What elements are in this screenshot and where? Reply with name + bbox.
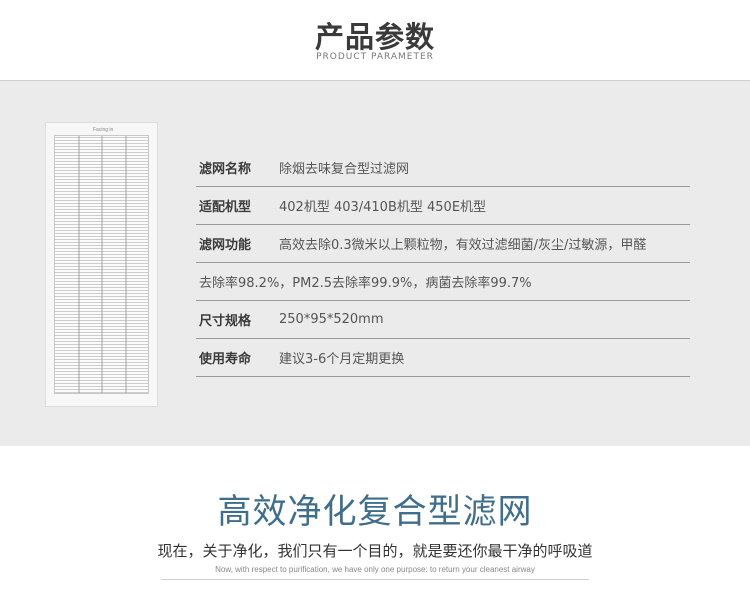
slogan-english: Now, with respect to purification, we ha… [215, 565, 535, 574]
page-title: 产品参数 [314, 20, 435, 54]
filter-mesh-graphic [54, 135, 149, 394]
spec-label: 滤网名称 [199, 162, 252, 177]
spec-row-function-cont: 去除率98.2%，PM2.5去除率99.9%，病菌去除率99.7% [196, 263, 690, 301]
spec-row-lifespan: 使用寿命 建议3-6个月定期更换 [196, 339, 690, 377]
spec-label: 适配机型 [199, 200, 252, 215]
spec-row-name: 滤网名称 除烟去味复合型过滤网 [196, 149, 690, 187]
spec-label: 滤网功能 [199, 238, 252, 253]
filter-facing-label: Facing in [93, 127, 114, 133]
spec-row-function: 滤网功能 高效去除0.3微米以上颗粒物，有效过滤细菌/灰尘/过敏源，甲醛 [196, 225, 690, 263]
section-header: 产品参数 PRODUCT PARAMETER [0, 0, 750, 81]
spec-label: 尺寸规格 [199, 314, 252, 329]
spec-table: 滤网名称 除烟去味复合型过滤网 适配机型 402机型 403/410B机型 45… [196, 149, 690, 377]
spec-value: 除烟去味复合型过滤网 [279, 162, 410, 177]
slogan-divider [161, 579, 589, 580]
spec-row-models: 适配机型 402机型 403/410B机型 450E机型 [196, 187, 690, 225]
page-subtitle: PRODUCT PARAMETER [316, 52, 434, 62]
spec-row-size: 尺寸规格 250*95*520mm [196, 301, 690, 339]
spec-value: 402机型 403/410B机型 450E机型 [279, 200, 487, 215]
spec-panel: Facing in 滤网名称 除烟去味复合型过滤网 适配机型 402机型 403… [0, 81, 750, 446]
filter-product-image: Facing in [45, 122, 158, 407]
spec-label: 使用寿命 [199, 352, 252, 367]
slogan-text: 现在，关于净化，我们只有一个目的，就是要还你最干净的呼吸道 [157, 542, 593, 560]
spec-value: 高效去除0.3微米以上颗粒物，有效过滤细菌/灰尘/过敏源，甲醛 [279, 238, 647, 253]
feature-title: 高效净化复合型滤网 [217, 492, 533, 532]
spec-value: 去除率98.2%，PM2.5去除率99.9%，病菌去除率99.7% [199, 276, 532, 291]
spec-value: 建议3-6个月定期更换 [279, 352, 405, 367]
spec-value: 250*95*520mm [279, 312, 384, 327]
